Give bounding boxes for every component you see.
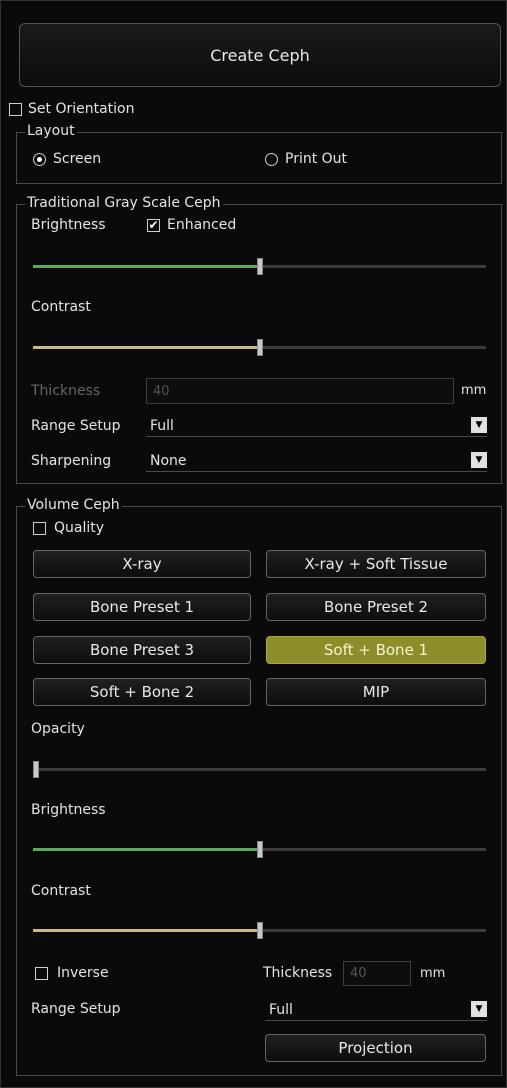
radio-selected-icon [33,152,46,166]
checkbox-icon [33,521,46,535]
volume-thickness-unit: mm [420,966,446,981]
set-orientation-label: Set Orientation [28,101,135,117]
volume-contrast-slider-thumb[interactable] [257,922,263,939]
traditional-legend: Traditional Gray Scale Ceph [25,195,223,211]
volume-group [16,506,502,1076]
volume-thickness-input[interactable]: 40 [343,961,411,986]
sharpening-value: None [150,452,187,469]
volume-range-setup-select[interactable]: Full ▼ [265,999,487,1021]
radio-print-out-label: Print Out [285,151,348,167]
volume-range-setup-label: Range Setup [31,1001,121,1017]
brightness-slider[interactable] [33,258,486,275]
volume-brightness-label: Brightness [31,802,106,818]
range-setup-value: Full [150,417,174,434]
range-setup-select[interactable]: Full ▼ [146,415,487,437]
volume-brightness-slider-thumb[interactable] [257,841,263,858]
checkmark-icon: ✔ [147,218,160,232]
preset-xray-soft-tissue-button[interactable]: X-ray + Soft Tissue [266,550,486,578]
enhanced-label: Enhanced [167,217,237,233]
volume-brightness-slider-fill [33,848,260,851]
volume-legend: Volume Ceph [25,497,122,513]
preset-soft-bone-2-button[interactable]: Soft + Bone 2 [33,678,251,706]
volume-range-setup-value: Full [269,1001,293,1018]
chevron-down-icon[interactable]: ▼ [471,417,487,433]
create-ceph-button[interactable]: Create Ceph [19,23,501,87]
radio-print-out[interactable]: Print Out [265,151,347,167]
volume-contrast-slider[interactable] [33,922,486,939]
brightness-slider-fill [33,265,260,268]
brightness-slider-thumb[interactable] [257,258,263,275]
preset-xray-button[interactable]: X-ray [33,550,251,578]
range-setup-label: Range Setup [31,418,121,434]
set-orientation-checkbox[interactable]: Set Orientation [9,101,134,117]
checkbox-icon [9,102,22,116]
chevron-down-icon[interactable]: ▼ [471,1001,487,1017]
radio-unselected-icon [265,152,278,166]
contrast-slider-thumb[interactable] [257,339,263,356]
preset-mip-button[interactable]: MIP [266,678,486,706]
projection-button[interactable]: Projection [265,1034,486,1062]
volume-contrast-label: Contrast [31,883,91,899]
chevron-down-icon[interactable]: ▼ [471,452,487,468]
opacity-slider[interactable] [33,761,486,778]
checkbox-icon [35,966,48,980]
quality-checkbox[interactable]: Quality [33,520,104,536]
preset-bone-2-button[interactable]: Bone Preset 2 [266,593,486,621]
radio-screen[interactable]: Screen [33,151,101,167]
contrast-label: Contrast [31,299,91,315]
radio-screen-label: Screen [53,151,102,167]
brightness-label: Brightness [31,217,106,233]
volume-brightness-slider[interactable] [33,841,486,858]
inverse-label: Inverse [57,965,109,981]
opacity-slider-thumb[interactable] [33,761,39,778]
inverse-checkbox[interactable]: Inverse [35,965,109,981]
layout-legend: Layout [25,123,77,139]
thickness-label: Thickness [31,383,101,399]
thickness-input[interactable]: 40 [146,378,454,404]
contrast-slider[interactable] [33,339,486,356]
sharpening-select[interactable]: None ▼ [146,450,487,472]
volume-thickness-label: Thickness [263,965,333,981]
contrast-slider-fill [33,346,260,349]
volume-contrast-slider-fill [33,929,260,932]
sharpening-label: Sharpening [31,453,112,469]
opacity-label: Opacity [31,721,85,737]
preset-soft-bone-1-button[interactable]: Soft + Bone 1 [266,636,486,664]
quality-label: Quality [54,520,105,536]
thickness-unit: mm [461,383,487,398]
preset-bone-1-button[interactable]: Bone Preset 1 [33,593,251,621]
preset-bone-3-button[interactable]: Bone Preset 3 [33,636,251,664]
enhanced-checkbox[interactable]: ✔ Enhanced [147,217,236,233]
ceph-panel: Create Ceph Set Orientation Layout Scree… [0,0,507,1088]
